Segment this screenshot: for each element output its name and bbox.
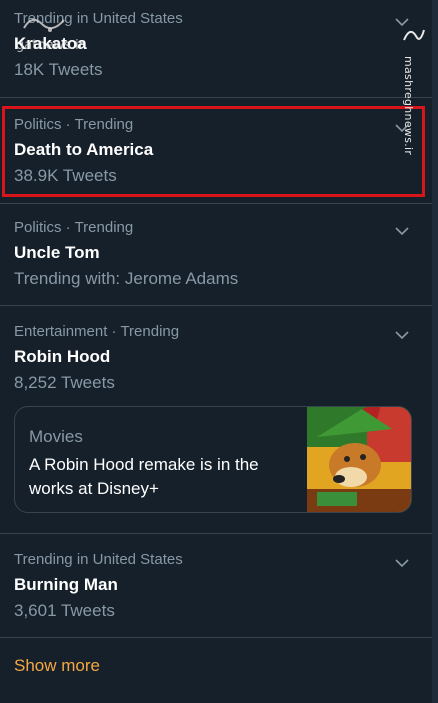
trend-context: Entertainment · Trending [14, 323, 180, 340]
trend-name: Uncle Tom [14, 243, 100, 262]
trend-context: Trending in United States [14, 10, 183, 27]
trend-tweet-count: 8,252 Tweets [14, 373, 115, 392]
news-category: Movies [29, 427, 83, 446]
trend-tweet-count: 18K Tweets [14, 60, 103, 79]
highlight-box [2, 106, 425, 197]
watermark-left: gatnews.ir [16, 38, 85, 53]
trend-context: Politics · Trending [14, 219, 134, 236]
trends-panel: Trending in United States Krakatoa 18K T… [0, 0, 432, 703]
trend-context: Trending in United States [14, 551, 183, 568]
chevron-down-icon[interactable] [394, 223, 410, 239]
news-thumbnail [307, 407, 411, 512]
news-headline: A Robin Hood remake is in the works at D… [29, 455, 259, 498]
trend-item[interactable]: Politics · Trending Uncle Tom Trending w… [0, 219, 432, 306]
trend-name: Robin Hood [14, 347, 111, 366]
trend-name: Burning Man [14, 575, 118, 594]
watermark-right-text: mashreghnews.ir [402, 56, 415, 156]
show-more-link[interactable]: Show more [14, 656, 100, 676]
trend-item[interactable]: Trending in United States Burning Man 3,… [0, 551, 432, 638]
trend-tweet-count: 3,601 Tweets [14, 601, 115, 620]
news-card[interactable]: Movies A Robin Hood remake is in the wor… [14, 406, 412, 513]
scrollbar[interactable] [432, 0, 438, 703]
watermark-logo [20, 10, 68, 38]
trend-related: Trending with: Jerome Adams [14, 269, 239, 288]
chevron-down-icon[interactable] [394, 555, 410, 571]
chevron-down-icon[interactable] [394, 327, 410, 343]
watermark-right: mashreghnews.ir [402, 20, 426, 155]
